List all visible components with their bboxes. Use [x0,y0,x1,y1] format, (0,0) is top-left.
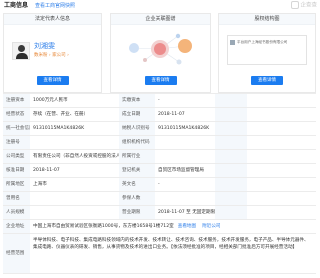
nearby-companies-link[interactable]: 附近公司 [202,224,220,230]
address-value: 中国上海市自由贸易试验区张衡路1000号，东方楼1658号1楼712室 查看地图… [30,220,316,233]
card-title: 股权结构图 [219,14,315,25]
field-value [247,122,316,135]
field-label: 公司类型 [3,150,30,163]
field-label: 所属行业 [119,150,155,163]
field-value [30,136,119,149]
relation-graph-thumbnail[interactable] [112,26,211,72]
scope-value: 半导体科技、电子科技、集成电路科技领域内的技术开发、技术转让、技术咨询、技术服务… [33,238,309,251]
field-value [30,206,119,219]
field-value [247,178,316,191]
legal-rep-name[interactable]: 刘湘雯 [34,42,55,51]
field-value [247,206,316,219]
field-label: 参保人数 [119,192,155,205]
field-value [247,150,316,163]
field-label: 英文名 [119,178,155,191]
card-title: 法定代表人信息 [4,14,101,25]
company-icon [230,40,235,45]
scope-label: 经营范围 [3,234,30,273]
view-map-link[interactable]: 查看地图 [178,224,196,230]
card-title: 企业关联图谱 [111,14,210,25]
field-value [155,150,215,163]
equity-detail-button[interactable]: 查看详情 [251,76,283,85]
field-value: 存续（在营、开业、在册） [33,111,89,117]
field-value [30,192,119,205]
field-label: 经营状态 [3,108,30,121]
table-row: 核准日期 2018-11-07 登记机关 自贸区市场监督管理局 [3,164,316,178]
field-label: 核准日期 [3,164,30,177]
equity-structure-card: 股权结构图 平台用户上海经书股份有限公司 查看详情 [218,13,316,93]
table-row: 经营状态 存续（在营、开业、在册） 成立日期 2018-11-07 [3,108,316,122]
field-value: - [158,181,160,187]
field-value [155,192,215,205]
field-value [247,164,316,177]
relation-graph-card: 企业关联图谱 查看详情 [110,13,211,93]
field-value [247,136,316,149]
field-label [215,164,247,177]
section-header: 工商信息 查看工商官网快照 企查查 [0,0,320,13]
field-label: 营业期限 [119,206,155,219]
field-label [215,94,247,107]
field-value [155,136,215,149]
legal-rep-detail-button[interactable]: 查看详情 [36,76,69,85]
legal-rep-companies-link[interactable]: 数米粉 › 家公司 › [34,53,69,59]
address-label: 企业地址 [3,220,30,233]
field-value: 1000万元人民币 [33,97,68,103]
equity-company-name: 平台用户上海经书股份有限公司 [237,40,288,44]
field-label [215,150,247,163]
field-label [215,178,247,191]
field-value [247,94,316,107]
official-snapshot-link[interactable]: 查看工商官网快照 [35,3,75,9]
table-row: 统一社会信用代码 91310115MA1K4826K 纳税人识别号 913101… [3,122,316,136]
field-label: 统一社会信用代码 [3,122,30,135]
table-row: 公司类型 有限责任公司（非自然人投资或控股的法人独资） 所属行业 [3,150,316,164]
legal-rep-card: 法定代表人信息 刘湘雯 数米粉 › 家公司 › 查看详情 [3,13,102,93]
table-row: 曾用名 参保人数 [3,192,316,206]
table-row: 所属地区 上海市 英文名 - [3,178,316,192]
table-row: 经营范围 半导体科技、电子科技、集成电路科技领域内的技术开发、技术转让、技术咨询… [3,234,316,274]
field-label [215,192,247,205]
field-label: 人员规模 [3,206,30,219]
field-value: 2018-11-07 [158,111,185,117]
logo-icon [291,1,300,9]
field-value: 有限责任公司（非自然人投资或控股的法人独资） [33,153,119,159]
field-label: 注册资本 [3,94,30,107]
field-value: 自贸区市场监督管理局 [158,167,204,173]
table-row: 注册资本 1000万元人民币 实缴资本 - [3,94,316,108]
relation-graph-detail-button[interactable]: 查看详情 [144,76,177,85]
field-value: 91310115MA1K4826K [158,125,210,131]
field-label: 登记机关 [119,164,155,177]
section-title: 工商信息 [4,2,29,9]
address-text: 中国上海市自由贸易试验区张衡路1000号，东方楼1658号1楼712室 [33,223,174,229]
table-row: 企业地址 中国上海市自由贸易试验区张衡路1000号，东方楼1658号1楼712室… [3,220,316,234]
field-label: 纳税人识别号 [119,122,155,135]
avatar [12,42,30,60]
field-value: - [158,97,160,103]
business-info-table: 注册资本 1000万元人民币 实缴资本 - 经营状态 存续（在营、开业、在册） … [3,93,316,274]
brand-logo: 企查查 [291,1,317,9]
field-label [215,122,247,135]
table-row: 人员规模 营业期限 2018-11-07 至 无固定期限 [3,206,316,220]
field-value: 2018-11-07 [33,167,60,173]
equity-structure-thumbnail[interactable]: 平台用户上海经书股份有限公司 [227,35,307,65]
field-label: 组织机构代码 [119,136,155,149]
field-label [215,108,247,121]
field-value: 上海市 [33,181,47,187]
field-value [247,108,316,121]
field-label [215,136,247,149]
field-label: 成立日期 [119,108,155,121]
field-label [215,206,247,219]
field-value: 2018-11-07 至 无固定期限 [158,209,215,215]
field-label: 注册号 [3,136,30,149]
field-label: 所属地区 [3,178,30,191]
field-label: 实缴资本 [119,94,155,107]
field-label: 曾用名 [3,192,30,205]
field-value [247,192,316,205]
table-row: 注册号 组织机构代码 [3,136,316,150]
field-value: 91310115MA1K4826K [33,125,85,131]
